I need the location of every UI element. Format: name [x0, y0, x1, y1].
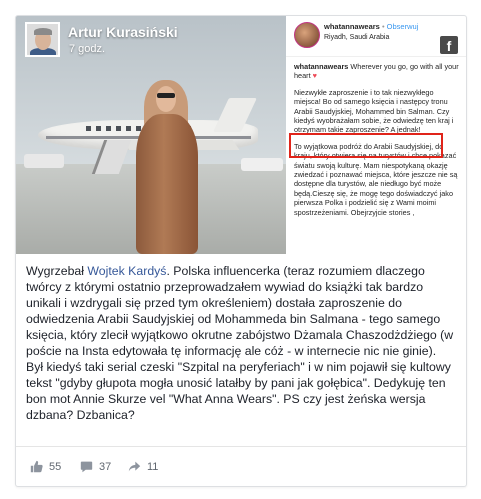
woman-figure [136, 114, 198, 254]
mention-link[interactable]: Wojtek Kardyś [87, 264, 166, 278]
instagram-location: Riyadh, Saudi Arabia [324, 34, 390, 41]
heart-icon: ♥ [312, 71, 318, 81]
share-count: 11 [147, 460, 159, 473]
instagram-username-line: whatannawears • Obserwuj [324, 22, 419, 31]
instagram-paragraph-2: Niezwykłe zaproszenie i to tak niezwykłe… [294, 87, 454, 135]
share-button[interactable]: 11 [128, 460, 158, 473]
share-icon [128, 461, 141, 472]
avatar[interactable] [25, 22, 60, 57]
post-image[interactable]: Artur Kurasiński 7 godz. whatannawears •… [16, 16, 466, 254]
author-name[interactable]: Artur Kurasiński [68, 24, 178, 40]
thumbs-up-icon [30, 460, 43, 473]
comment-icon [80, 461, 93, 473]
post-actions: 55 37 11 [16, 446, 466, 486]
facebook-logo-icon: f [440, 36, 458, 54]
instagram-avatar [294, 22, 320, 48]
comment-count: 37 [99, 460, 112, 473]
post-timestamp[interactable]: 7 godz. [69, 43, 105, 55]
instagram-header: whatannawears • Obserwuj Riyadh, Saudi A… [286, 16, 466, 57]
instagram-screenshot: whatannawears • Obserwuj Riyadh, Saudi A… [286, 16, 466, 254]
facebook-post-card: Artur Kurasiński 7 godz. whatannawears •… [15, 15, 467, 487]
highlight-box [289, 133, 443, 158]
like-count: 55 [49, 460, 62, 473]
post-header: Artur Kurasiński 7 godz. [16, 16, 286, 76]
comment-button[interactable]: 37 [80, 460, 111, 473]
like-button[interactable]: 55 [30, 460, 61, 473]
post-text: Wygrzebał Wojtek Kardyś. Polska influenc… [26, 264, 454, 422]
